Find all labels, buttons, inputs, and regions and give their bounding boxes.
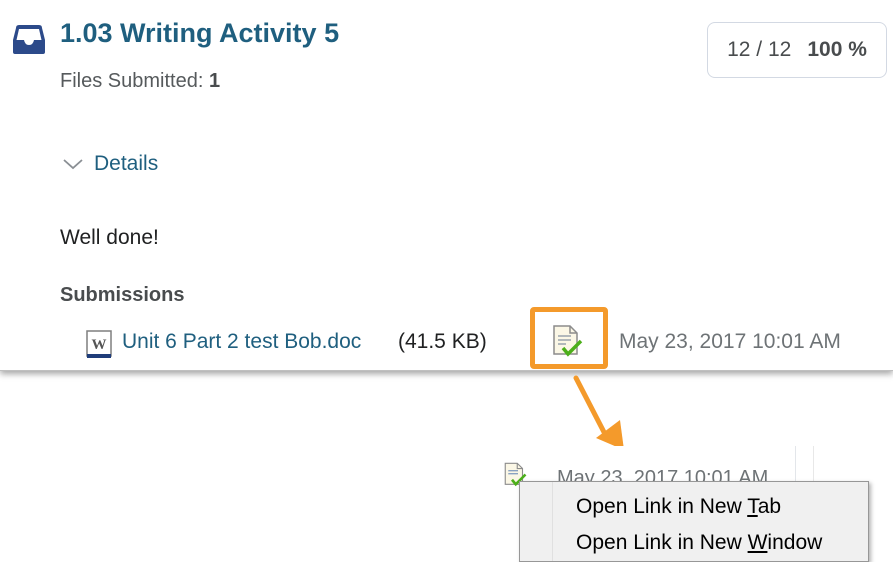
dropbox-icon <box>13 25 45 54</box>
zoom-divider-secondary <box>813 446 814 482</box>
chevron-down-icon <box>63 159 83 170</box>
score-points: 12 / 12 <box>727 38 792 61</box>
pointer-arrow <box>573 375 624 450</box>
details-label: Details <box>94 152 159 175</box>
menu-gutter <box>552 482 553 561</box>
menu-item-label: indow <box>767 531 823 554</box>
details-toggle[interactable]: Details <box>62 152 158 176</box>
menu-item-label: Open Link in New <box>576 495 748 518</box>
assignment-title[interactable]: 1.03 Writing Activity 5 <box>60 18 339 49</box>
submissions-heading: Submissions <box>60 284 185 306</box>
files-submitted-count: 1 <box>208 70 221 92</box>
score-percent: 100 % <box>807 38 867 61</box>
svg-text:W: W <box>92 337 107 353</box>
assignment-card: 1.03 Writing Activity 5 Files Submitted:… <box>0 0 893 371</box>
menu-open-new-window[interactable]: Open Link in New Window <box>576 531 822 555</box>
word-doc-icon: W <box>86 330 112 358</box>
menu-accesskey: T <box>747 495 758 518</box>
menu-item-label: ab <box>757 495 782 518</box>
document-check-icon[interactable] <box>551 324 583 358</box>
score-badge: 12 / 12 100 % <box>707 22 887 78</box>
menu-item-label: Open Link in New <box>576 531 748 554</box>
context-menu: Open Link in New Tab Open Link in New Wi… <box>519 481 869 562</box>
feedback-text: Well done! <box>60 226 159 249</box>
menu-open-new-tab[interactable]: Open Link in New Tab <box>576 495 781 519</box>
submission-date: May 23, 2017 10:01 AM <box>619 330 841 353</box>
submission-file-link[interactable]: Unit 6 Part 2 test Bob.doc <box>122 330 361 354</box>
submission-file-size: (41.5 KB) <box>398 330 487 353</box>
files-submitted-label: Files Submitted: <box>60 70 204 92</box>
files-submitted: Files Submitted: 1 <box>60 70 220 93</box>
menu-accesskey: W <box>747 531 768 554</box>
